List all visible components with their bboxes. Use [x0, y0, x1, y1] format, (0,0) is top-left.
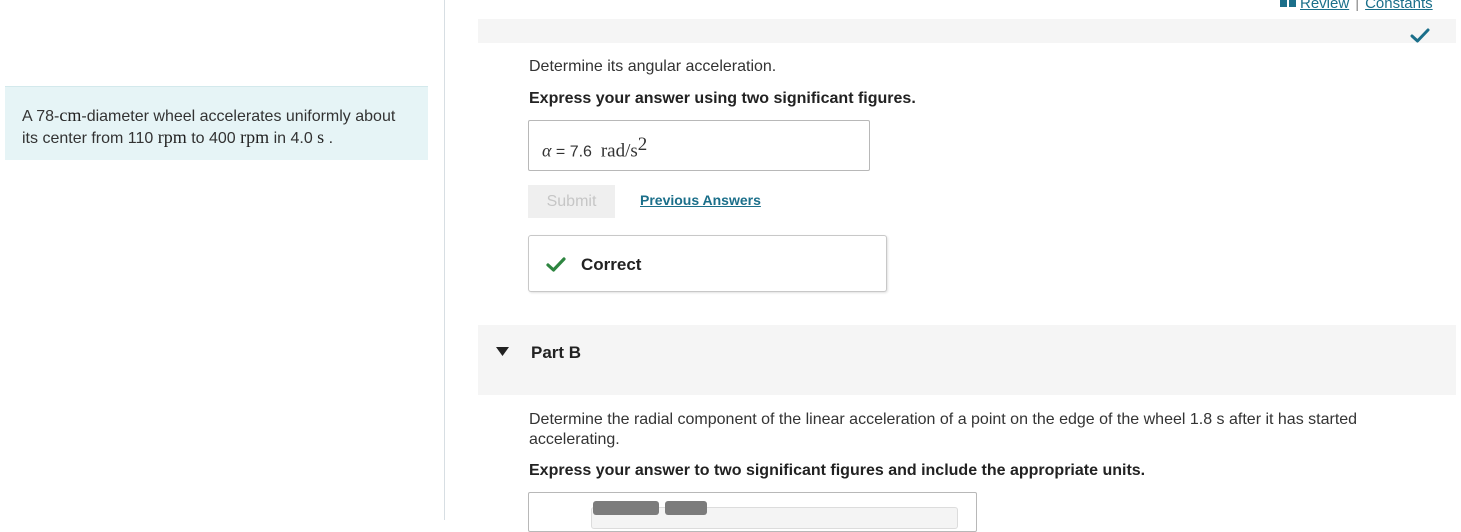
resource-links: Review | Constants	[1280, 0, 1433, 12]
constants-link[interactable]: Constants	[1365, 0, 1433, 12]
review-link[interactable]: Review	[1300, 0, 1349, 12]
checkmark-icon	[546, 257, 566, 272]
problem-text: to 400	[186, 130, 241, 147]
problem-text: .	[324, 130, 334, 147]
previous-answers-link[interactable]: Previous Answers	[640, 192, 761, 208]
problem-text: in 4.0	[269, 130, 318, 147]
answer-unit: rad/s	[600, 140, 638, 162]
answer-unit-exponent: 2	[637, 134, 648, 155]
caret-down-icon[interactable]	[496, 347, 509, 356]
column-divider	[444, 0, 445, 520]
feedback-text: Correct	[581, 255, 642, 274]
part-b-title: Part B	[531, 343, 582, 362]
feedback-box: Correct	[528, 235, 887, 292]
part-a-answer-field[interactable]: α = 7.6 rad/s2	[528, 120, 870, 171]
checkmark-icon	[1410, 28, 1430, 43]
toolbar-button[interactable]	[665, 501, 707, 515]
problem-statement: A 78-cm-diameter wheel accelerates unifo…	[5, 86, 428, 160]
part-b-question: Determine the radial component of the li…	[529, 411, 1358, 448]
part-a-instruction: Express your answer using two significan…	[529, 90, 916, 107]
problem-text: A 78-	[22, 108, 60, 125]
link-separator: |	[1355, 0, 1360, 12]
unit-cm: cm	[59, 105, 82, 125]
unit-rpm: rpm	[240, 127, 270, 147]
part-a-header[interactable]	[478, 19, 1456, 43]
toolbar-button[interactable]	[593, 501, 659, 515]
part-b-instruction: Express your answer to two significant f…	[529, 462, 1146, 479]
book-icon	[1280, 0, 1296, 7]
part-a-question: Determine its angular acceleration.	[529, 58, 777, 75]
part-b-header[interactable]	[478, 325, 1456, 395]
part-b-answer-field[interactable]	[528, 492, 977, 532]
answer-equals: =	[551, 143, 570, 161]
submit-button[interactable]: Submit	[528, 185, 615, 218]
unit-rpm: rpm	[157, 127, 187, 147]
answer-value: 7.6	[569, 143, 592, 161]
